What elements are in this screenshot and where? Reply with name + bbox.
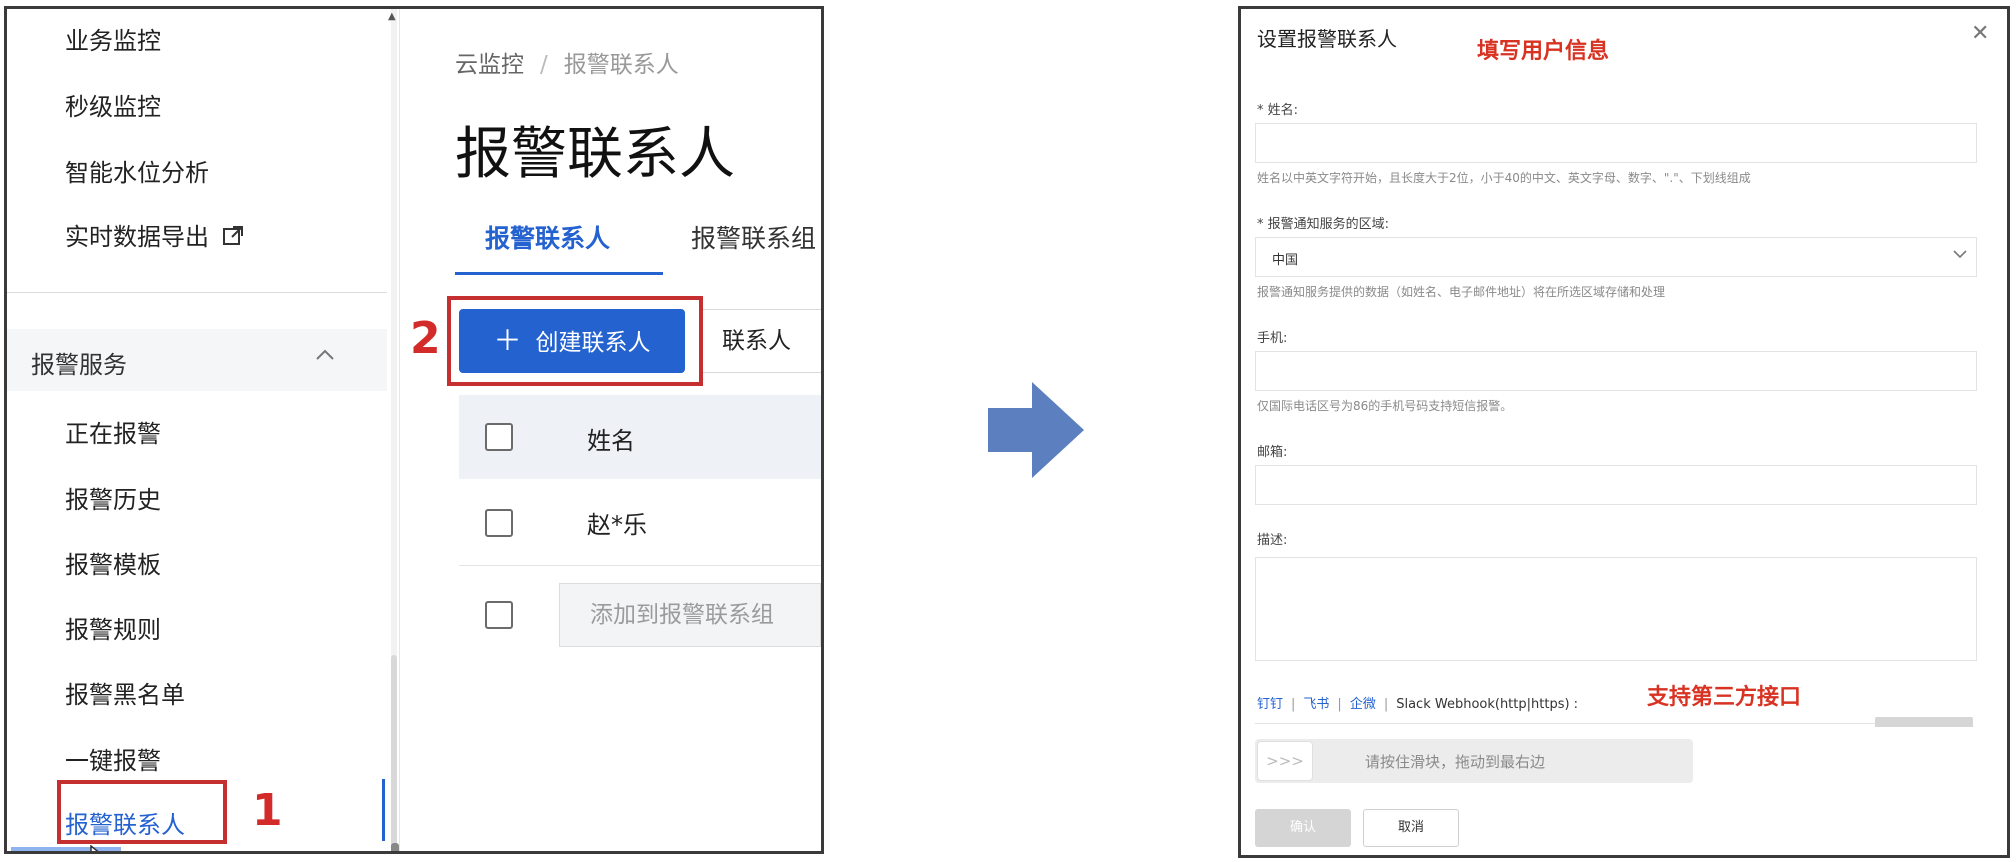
annotation-step-2: 2: [410, 313, 441, 364]
sidebar-item-alarm-templates[interactable]: 报警模板: [65, 545, 161, 580]
tab-bar: 报警联系人 报警联系组: [455, 209, 821, 275]
region-select[interactable]: 中国: [1255, 237, 1977, 277]
sidebar-group-label: 报警服务: [31, 351, 127, 379]
sidebar-item-active-alarms[interactable]: 正在报警: [65, 414, 161, 449]
annotation-fill-user-info: 填写用户信息: [1477, 39, 1610, 64]
sidebar-item-second-monitor[interactable]: 秒级监控: [65, 87, 161, 122]
webhook-input[interactable]: [1255, 717, 1875, 724]
mouse-cursor-icon: [90, 845, 99, 851]
phone-label: 手机:: [1257, 331, 1288, 346]
slider-hint: 请按住滑块，拖动到最右边: [1365, 753, 1546, 771]
footer-select-checkbox[interactable]: [485, 601, 513, 629]
email-input[interactable]: [1255, 465, 1977, 505]
breadcrumb-separator: /: [540, 52, 548, 78]
captcha-slider: >>> 请按住滑块，拖动到最右边: [1255, 739, 1693, 783]
feishu-link[interactable]: 飞书: [1303, 697, 1329, 712]
sidebar-item-alarm-blacklist[interactable]: 报警黑名单: [65, 675, 185, 710]
sidebar-item-business-monitor[interactable]: 业务监控: [65, 21, 161, 56]
sidebar: 业务监控 秒级监控 智能水位分析 实时数据导出 报警服务 正在报警 报警历史 报…: [7, 9, 400, 851]
annotation-box-step-2: [447, 296, 703, 386]
breadcrumb-current: 报警联系人: [563, 52, 679, 78]
dialog-title: 设置报警联系人: [1257, 27, 1397, 51]
slack-webhook-label: Slack Webhook(http|https) :: [1396, 697, 1579, 712]
sidebar-item-water-level[interactable]: 智能水位分析: [65, 153, 209, 188]
name-help-text: 姓名以中英文字符开始，且长度大于2位，小于40的中文、英文字母、数字、"."、下…: [1257, 171, 1751, 185]
active-tab-underline: [455, 272, 663, 275]
sidebar-group-alarm-service[interactable]: 报警服务: [7, 329, 387, 391]
wecom-link[interactable]: 企微: [1350, 697, 1376, 712]
tab-alarm-contact-groups[interactable]: 报警联系组: [691, 219, 816, 255]
row-checkbox[interactable]: [485, 509, 513, 537]
column-header-name: 姓名: [587, 427, 635, 455]
email-label: 邮箱:: [1257, 445, 1288, 460]
name-label: * 姓名:: [1257, 103, 1299, 118]
close-icon[interactable]: ✕: [1971, 21, 1989, 46]
contact-name-cell: 赵*乐: [587, 511, 647, 539]
arrow-right-icon: [988, 382, 1084, 478]
page-title: 报警联系人: [455, 122, 735, 187]
webhook-action-button[interactable]: [1875, 717, 1973, 727]
dingtalk-link[interactable]: 钉钉: [1257, 697, 1283, 712]
slider-handle[interactable]: >>>: [1257, 741, 1313, 781]
description-label: 描述:: [1257, 533, 1288, 548]
cancel-button[interactable]: 取消: [1363, 809, 1459, 847]
console-screenshot: 业务监控 秒级监控 智能水位分析 实时数据导出 报警服务 正在报警 报警历史 报…: [4, 6, 824, 854]
name-input[interactable]: [1255, 123, 1977, 163]
breadcrumb: 云监控 / 报警联系人: [455, 45, 679, 79]
sidebar-item-alarm-rules[interactable]: 报警规则: [65, 610, 161, 645]
region-label: * 报警通知服务的区域:: [1257, 217, 1390, 232]
scroll-up-arrow-icon[interactable]: ▲: [388, 11, 396, 22]
description-textarea[interactable]: [1255, 557, 1977, 661]
annotation-third-party: 支持第三方接口: [1647, 685, 1802, 710]
row-divider: [459, 565, 821, 566]
tab-alarm-contacts[interactable]: 报警联系人: [485, 219, 610, 255]
active-indicator: [382, 779, 385, 841]
phone-input[interactable]: [1255, 351, 1977, 391]
select-all-checkbox[interactable]: [485, 423, 513, 451]
main-content: 云监控 / 报警联系人 报警联系人 报警联系人 报警联系组 ＋创建联系人 联系人 姓…: [413, 9, 821, 851]
phone-help-text: 仅国际电话区号为86的手机号码支持短信报警。: [1257, 399, 1513, 413]
annotation-box-step-1: [57, 780, 227, 844]
add-to-group-button[interactable]: 添加到报警联系组: [559, 583, 821, 647]
sidebar-item-label: 实时数据导出: [65, 223, 209, 251]
sidebar-scrollbar-thumb[interactable]: [391, 655, 397, 851]
contact-dialog-screenshot: 设置报警联系人 填写用户信息 ✕ * 姓名: 姓名以中英文字符开始，且长度大于2…: [1238, 6, 2010, 858]
sidebar-item-data-export[interactable]: 实时数据导出: [65, 217, 245, 252]
integration-links: 钉钉 | 飞书 | 企微 | Slack Webhook(http|https) :: [1257, 697, 1579, 712]
sidebar-item-alarm-history[interactable]: 报警历史: [65, 480, 161, 515]
region-selected-value: 中国: [1272, 253, 1299, 268]
sidebar-divider: [7, 292, 387, 293]
contact-search-field[interactable]: 联系人: [699, 309, 821, 373]
confirm-button[interactable]: 确认: [1255, 809, 1351, 847]
sidebar-item-one-click-alarm[interactable]: 一键报警: [65, 741, 161, 776]
chevron-down-icon: [1953, 250, 1967, 259]
region-help-text: 报警通知服务提供的数据（如姓名、电子邮件地址）将在所选区域存储和处理: [1257, 285, 1666, 299]
table-header: 姓名: [459, 395, 821, 479]
annotation-step-1: 1: [252, 785, 283, 836]
external-link-icon: [222, 226, 243, 245]
breadcrumb-root[interactable]: 云监控: [455, 52, 524, 78]
scroll-end-handle[interactable]: [391, 843, 399, 851]
chevron-up-icon: [316, 349, 334, 360]
